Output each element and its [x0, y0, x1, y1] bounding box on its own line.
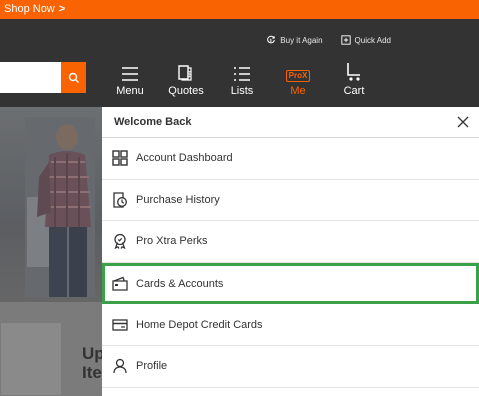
menu-item-credit-cards[interactable]: Home Depot Credit Cards — [102, 304, 479, 346]
quick-add-link[interactable]: Quick Add — [340, 35, 391, 45]
person-icon — [113, 359, 127, 374]
menu-item-label: Home Depot Credit Cards — [136, 318, 263, 331]
svg-text:$: $ — [187, 70, 192, 79]
section-heading: Up Ite — [82, 344, 102, 382]
nav-lists-label: Lists — [230, 85, 254, 97]
hamburger-icon — [122, 67, 138, 81]
utility-links: $ Buy it Again Quick Add — [266, 35, 391, 45]
lists-icon — [234, 67, 250, 81]
wallet-icon — [112, 276, 128, 291]
nav-lists[interactable]: Lists — [214, 60, 270, 97]
nav-me[interactable]: ProX Me — [270, 60, 326, 97]
close-icon — [457, 116, 469, 128]
nav-menu[interactable]: Menu — [102, 60, 158, 97]
panel-header: Welcome Back — [102, 107, 479, 138]
refresh-dollar-icon: $ — [267, 35, 276, 44]
quick-add-icon — [340, 35, 351, 45]
prox-icon: ProX — [285, 70, 311, 82]
product-card — [0, 322, 62, 396]
quotes-icon: $ — [178, 65, 192, 81]
search-button[interactable] — [61, 62, 86, 93]
nav-cart[interactable]: Cart — [326, 60, 382, 97]
buy-it-again-link[interactable]: $ Buy it Again — [266, 35, 323, 45]
page-background-overlay[interactable]: Up Ite — [0, 107, 102, 396]
menu-item-account-dashboard[interactable]: Account Dashboard — [102, 138, 479, 180]
site-header: $ Buy it Again Quick Add Menu $ Quotes L… — [0, 19, 479, 107]
promo-link[interactable]: Shop Now — [4, 3, 55, 15]
menu-item-label: Account Dashboard — [136, 152, 233, 165]
promo-bar[interactable]: Shop Now > — [0, 0, 479, 19]
nav-quotes[interactable]: $ Quotes — [158, 60, 214, 97]
header-nav: Menu $ Quotes Lists ProX Me Cart — [102, 60, 382, 97]
quick-add-label: Quick Add — [354, 35, 391, 45]
account-menu-panel: Welcome Back Account Dashboard Purchase … — [102, 107, 479, 396]
menu-item-label: Cards & Accounts — [136, 277, 224, 290]
section-heading-line2: Ite — [82, 363, 102, 382]
dashboard-grid-icon — [112, 150, 128, 166]
menu-item-purchase-history[interactable]: Purchase History — [102, 180, 479, 222]
nav-menu-label: Menu — [116, 85, 144, 97]
svg-text:$: $ — [270, 38, 273, 43]
hero-image — [0, 107, 102, 302]
menu-item-label: Profile — [136, 360, 168, 373]
menu-item-cards-accounts[interactable]: Cards & Accounts — [102, 262, 479, 305]
menu-item-label: Purchase History — [136, 193, 220, 206]
cart-icon — [347, 63, 360, 81]
menu-item-pro-xtra-perks[interactable]: Pro Xtra Perks — [102, 221, 479, 263]
chevron-right-icon: > — [58, 3, 66, 15]
panel-title: Welcome Back — [114, 116, 192, 128]
section-heading-line1: Up — [82, 344, 102, 363]
buy-it-again-label: Buy it Again — [280, 35, 323, 45]
menu-item-label: Pro Xtra Perks — [136, 235, 208, 248]
nav-quotes-label: Quotes — [168, 85, 204, 97]
search-input[interactable] — [0, 62, 63, 93]
close-button[interactable] — [455, 114, 471, 130]
nav-me-label: Me — [290, 85, 306, 97]
worker-photo — [25, 117, 95, 297]
menu-item-profile[interactable]: Profile — [102, 346, 479, 388]
nav-cart-label: Cart — [343, 85, 365, 97]
perks-badge-icon — [114, 234, 126, 250]
credit-card-icon — [112, 319, 128, 331]
purchase-history-icon — [113, 192, 127, 208]
search-icon — [68, 72, 79, 83]
